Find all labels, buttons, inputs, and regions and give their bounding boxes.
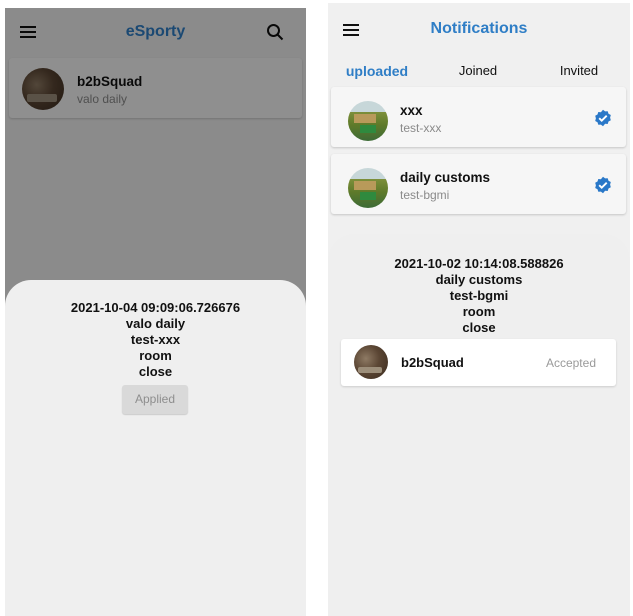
event-timestamp: 2021-10-02 10:14:08.588826	[394, 256, 564, 271]
applied-button-label: Applied	[134, 392, 176, 406]
event-title: valo daily	[125, 316, 186, 331]
event-game: test-bgmi	[449, 288, 509, 303]
member-status: Accepted	[545, 356, 596, 370]
event-title: daily customs	[435, 272, 523, 287]
applied-button[interactable]: Applied	[122, 385, 188, 414]
bottom-sheet: 2021-10-04 09:09:06.726676 valo daily te…	[5, 280, 306, 616]
event-close: close	[138, 364, 173, 379]
event-room: room	[462, 304, 496, 319]
member-name: b2bSquad	[401, 355, 464, 370]
bottom-sheet: 2021-10-02 10:14:08.588826 daily customs…	[328, 234, 630, 616]
right-phone-screen: Notifications uploaded Joined Invited xx…	[328, 3, 630, 616]
event-timestamp: 2021-10-04 09:09:06.726676	[70, 300, 241, 315]
event-room: room	[139, 348, 172, 363]
member-row[interactable]: b2bSquad Accepted	[341, 339, 616, 386]
left-phone-screen: eSporty b2bSquad valo daily 2021-10-04 0…	[5, 8, 306, 616]
event-close: close	[462, 320, 496, 335]
event-game: test-xxx	[130, 332, 181, 347]
member-avatar	[354, 345, 388, 379]
